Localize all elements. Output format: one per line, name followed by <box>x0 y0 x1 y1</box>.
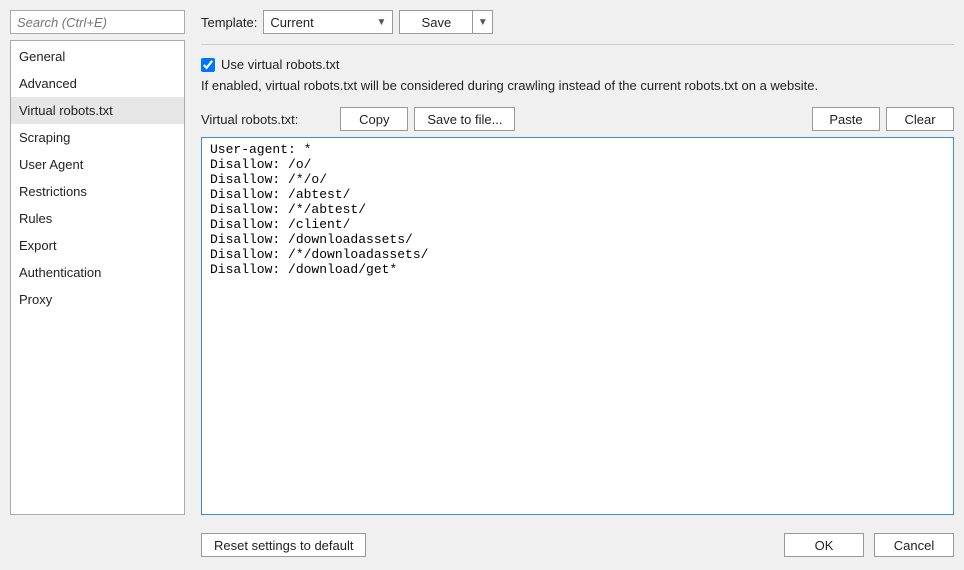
sidebar-item-advanced[interactable]: Advanced <box>11 70 184 97</box>
template-row: Template: Current ▼ Save ▼ <box>201 10 954 34</box>
sidebar-item-authentication[interactable]: Authentication <box>11 259 184 286</box>
use-virtual-robots-checkbox[interactable] <box>201 58 215 72</box>
template-select[interactable]: Current ▼ <box>263 10 393 34</box>
sidebar-item-scraping[interactable]: Scraping <box>11 124 184 151</box>
paste-button[interactable]: Paste <box>812 107 880 131</box>
save-to-file-button[interactable]: Save to file... <box>414 107 515 131</box>
virtual-robots-description: If enabled, virtual robots.txt will be c… <box>201 78 954 93</box>
clear-button[interactable]: Clear <box>886 107 954 131</box>
save-split-button: Save ▼ <box>399 10 493 34</box>
use-virtual-robots-row: Use virtual robots.txt <box>201 57 954 72</box>
cancel-button[interactable]: Cancel <box>874 533 954 557</box>
ok-button[interactable]: OK <box>784 533 864 557</box>
use-virtual-robots-label[interactable]: Use virtual robots.txt <box>221 57 340 72</box>
sidebar-item-user-agent[interactable]: User Agent <box>11 151 184 178</box>
chevron-down-icon: ▼ <box>478 17 488 28</box>
sidebar-item-export[interactable]: Export <box>11 232 184 259</box>
sidebar-item-rules[interactable]: Rules <box>11 205 184 232</box>
search-input[interactable] <box>10 10 185 34</box>
sidebar-item-general[interactable]: General <box>11 43 184 70</box>
footer: Reset settings to default OK Cancel <box>10 533 954 557</box>
save-button[interactable]: Save <box>399 10 473 34</box>
sidebar-item-restrictions[interactable]: Restrictions <box>11 178 184 205</box>
sidebar-item-virtual-robots-txt[interactable]: Virtual robots.txt <box>11 97 184 124</box>
main-panel: Template: Current ▼ Save ▼ Use virtual r… <box>201 10 954 515</box>
virtual-robots-tools: Virtual robots.txt: Copy Save to file...… <box>201 107 954 131</box>
save-dropdown-button[interactable]: ▼ <box>473 10 493 34</box>
sidebar: GeneralAdvancedVirtual robots.txtScrapin… <box>10 10 185 515</box>
chevron-down-icon: ▼ <box>376 17 386 28</box>
nav-list: GeneralAdvancedVirtual robots.txtScrapin… <box>10 40 185 515</box>
reset-settings-button[interactable]: Reset settings to default <box>201 533 366 557</box>
template-label: Template: <box>201 15 257 30</box>
copy-button[interactable]: Copy <box>340 107 408 131</box>
virtual-robots-field-label: Virtual robots.txt: <box>201 112 298 127</box>
virtual-robots-textarea[interactable] <box>201 137 954 515</box>
template-selected-value: Current <box>270 15 313 30</box>
divider <box>201 44 954 45</box>
sidebar-item-proxy[interactable]: Proxy <box>11 286 184 313</box>
